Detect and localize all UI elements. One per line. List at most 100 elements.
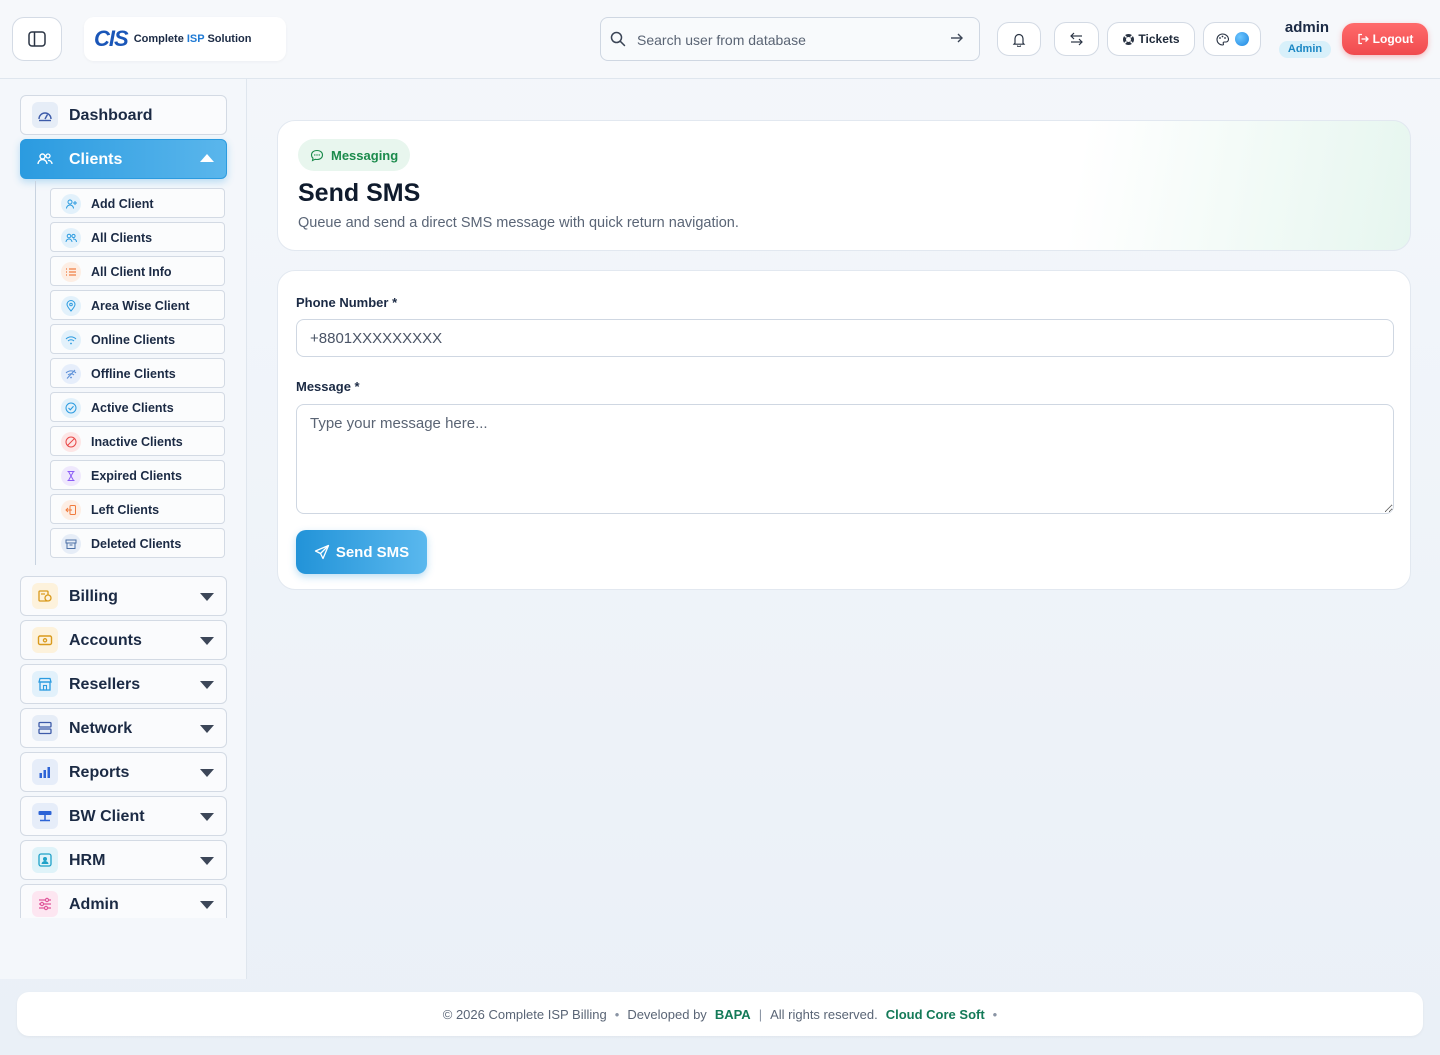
chevron-down-icon [200, 593, 214, 601]
logout-label: Logout [1372, 32, 1414, 46]
subitem-label: Online Clients [91, 333, 176, 347]
sidebar-item-label: BW Client [69, 808, 145, 825]
sidebar-subitem[interactable]: Active Clients [50, 392, 225, 422]
brand-logo: CIS [94, 26, 129, 51]
logout-icon [1358, 33, 1369, 45]
sidebar-item-accounts[interactable]: Accounts [20, 620, 227, 660]
chevron-down-icon [200, 769, 214, 777]
message-textarea[interactable] [296, 404, 1394, 514]
theme-color-dot [1234, 32, 1249, 46]
message-label: Message * [296, 379, 360, 394]
tickets-label: Tickets [1138, 32, 1180, 46]
check-circle-icon [61, 398, 81, 418]
chevron-down-icon [200, 813, 214, 821]
users-icon [61, 228, 81, 248]
switch-button[interactable] [1054, 22, 1099, 56]
sidebar-item-label: Clients [69, 151, 123, 168]
ban-icon [61, 432, 81, 452]
sidebar-item-clients[interactable]: Clients [20, 139, 227, 179]
user-name: admin [1284, 19, 1330, 36]
id-card-icon [32, 847, 58, 873]
list-icon [61, 262, 81, 282]
arrow-right-icon[interactable] [949, 31, 965, 45]
chevron-up-icon [200, 154, 214, 162]
badge-label: Messaging [331, 147, 399, 163]
footer: © 2026 Complete ISP Billing • Developed … [17, 992, 1423, 1036]
user-plus-icon [61, 194, 81, 214]
sidebar-toggle-button[interactable] [12, 17, 62, 61]
map-pin-icon [61, 296, 81, 316]
hourglass-icon [61, 466, 81, 486]
bar-chart-icon [32, 759, 58, 785]
sidebar-item-network[interactable]: Network [20, 708, 227, 748]
footer-copyright: © 2026 Complete ISP Billing [442, 1006, 607, 1022]
tickets-button[interactable]: Tickets [1107, 22, 1195, 56]
sidebar-subitem[interactable]: All Clients [50, 222, 225, 252]
phone-number-input[interactable] [296, 319, 1394, 357]
palette-icon [1216, 32, 1229, 46]
footer-company-link[interactable]: Cloud Core Soft [886, 1007, 985, 1022]
wallet-icon [32, 627, 58, 653]
chevron-down-icon [200, 901, 214, 909]
send-label: Send SMS [335, 543, 410, 561]
page-title: Send SMS [298, 179, 421, 207]
sidebar-item-label: Billing [69, 588, 118, 605]
sidebar-item-label: HRM [69, 852, 106, 869]
subitem-label: All Client Info [91, 265, 172, 279]
sidebar-item-label: Reports [69, 764, 130, 781]
server-icon [32, 715, 58, 741]
network-icon [32, 803, 58, 829]
sidebar-item-dashboard[interactable]: Dashboard [20, 95, 227, 135]
sidebar-subitem[interactable]: All Client Info [50, 256, 225, 286]
sidebar-item-label: Accounts [69, 632, 142, 649]
subitem-label: Inactive Clients [91, 435, 183, 449]
sidebar-item-label: Admin [69, 896, 119, 913]
send-icon [314, 544, 329, 560]
sidebar-item-bw-client[interactable]: BW Client [20, 796, 227, 836]
sidebar-item-billing[interactable]: Billing [20, 576, 227, 616]
dashboard-icon [32, 102, 58, 128]
subitem-label: Area Wise Client [91, 299, 190, 313]
footer-developer-link[interactable]: BAPA [715, 1007, 751, 1022]
sidebar-subitem[interactable]: Deleted Clients [50, 528, 225, 558]
sidebar-item-admin[interactable]: Admin [20, 884, 227, 918]
subitem-label: Offline Clients [91, 367, 176, 381]
brand-logo-area[interactable]: CIS Complete ISP Solution [84, 17, 286, 61]
sidebar-subitem[interactable]: Expired Clients [50, 460, 225, 490]
chevron-down-icon [200, 857, 214, 865]
send-sms-button[interactable]: Send SMS [296, 530, 427, 574]
sms-form-card: Phone Number * Message * Send SMS [277, 270, 1411, 590]
chevron-down-icon [200, 681, 214, 689]
subitem-label: Deleted Clients [91, 537, 182, 551]
sidebar-subitem[interactable]: Area Wise Client [50, 290, 225, 320]
page-subtitle: Queue and send a direct SMS message with… [298, 215, 739, 231]
footer-dot: • [992, 1006, 998, 1022]
search-bar [600, 17, 980, 61]
wifi-off-icon [61, 364, 81, 384]
submenu-guide-line [35, 181, 36, 565]
subitem-label: All Clients [91, 231, 153, 245]
sidebar-item-resellers[interactable]: Resellers [20, 664, 227, 704]
sidebar-item-label: Dashboard [69, 107, 153, 124]
sidebar-subitem[interactable]: Offline Clients [50, 358, 225, 388]
sidebar-subitem[interactable]: Add Client [50, 188, 225, 218]
sidebar-item-hrm[interactable]: HRM [20, 840, 227, 880]
exit-icon [61, 500, 81, 520]
footer-rights: All rights reserved. [770, 1006, 878, 1022]
logout-button[interactable]: Logout [1342, 23, 1428, 55]
user-role-badge: Admin [1279, 41, 1331, 58]
sidebar-subitem[interactable]: Inactive Clients [50, 426, 225, 456]
store-icon [32, 671, 58, 697]
footer-dot: • [614, 1006, 620, 1022]
subitem-label: Left Clients [91, 503, 160, 517]
sidebar-subitem[interactable]: Left Clients [50, 494, 225, 524]
brand-name: Complete ISP Solution [133, 33, 252, 45]
theme-button[interactable] [1203, 22, 1261, 56]
sidebar-icon [28, 31, 46, 47]
footer-pipe: | [758, 1006, 763, 1022]
notifications-button[interactable] [997, 22, 1041, 56]
sidebar-item-reports[interactable]: Reports [20, 752, 227, 792]
top-bar: CIS Complete ISP Solution Tickets admin … [0, 0, 1440, 79]
sidebar-subitem[interactable]: Online Clients [50, 324, 225, 354]
search-input[interactable] [637, 28, 937, 52]
